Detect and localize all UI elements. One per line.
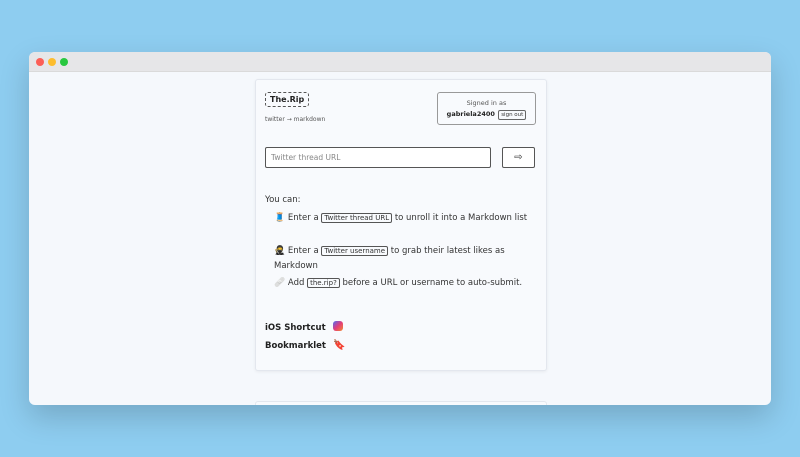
bandage-icon: 🩹: [274, 278, 286, 288]
thread-icon: 🧵: [274, 213, 286, 223]
maximize-window-button[interactable]: [60, 58, 68, 66]
secondary-card: [255, 401, 547, 405]
ninja-icon: 🥷: [274, 246, 286, 256]
bookmarklet-link[interactable]: Bookmarklet 🔖: [265, 340, 345, 351]
instruction-item: 🩹 Add the.rip? before a URL or username …: [274, 278, 523, 288]
window-titlebar: [29, 52, 771, 72]
instruction-item: 🥷 Enter a Twitter username to grab their…: [274, 246, 505, 271]
browser-window: The.Rip twitter → markdown Signed in as …: [29, 52, 771, 405]
account-row: gabriela2400 sign out: [438, 110, 535, 120]
close-window-button[interactable]: [36, 58, 44, 66]
account-box: Signed in as gabriela2400 sign out: [437, 92, 536, 125]
main-card: The.Rip twitter → markdown Signed in as …: [255, 79, 547, 371]
shortcuts-app-icon: [332, 321, 343, 331]
signed-in-label: Signed in as: [466, 99, 507, 107]
logo[interactable]: The.Rip: [265, 92, 310, 107]
sign-out-button[interactable]: sign out: [498, 110, 527, 120]
arrow-right-icon: ⇨: [514, 152, 523, 163]
submit-button[interactable]: ⇨: [502, 147, 535, 168]
tagline: twitter → markdown: [265, 116, 326, 123]
ios-shortcut-link[interactable]: iOS Shortcut: [265, 321, 343, 333]
username: gabriela2400: [446, 110, 495, 118]
code-label: Twitter username: [321, 246, 389, 256]
minimize-window-button[interactable]: [48, 58, 56, 66]
bookmark-icon: 🔖: [332, 340, 346, 351]
code-label: Twitter thread URL: [321, 213, 393, 223]
instruction-item: 🧵 Enter a Twitter thread URL to unroll i…: [274, 213, 528, 223]
instructions-heading: You can:: [265, 195, 301, 205]
thread-url-input[interactable]: [265, 147, 491, 168]
code-label: the.rip?: [307, 278, 340, 288]
